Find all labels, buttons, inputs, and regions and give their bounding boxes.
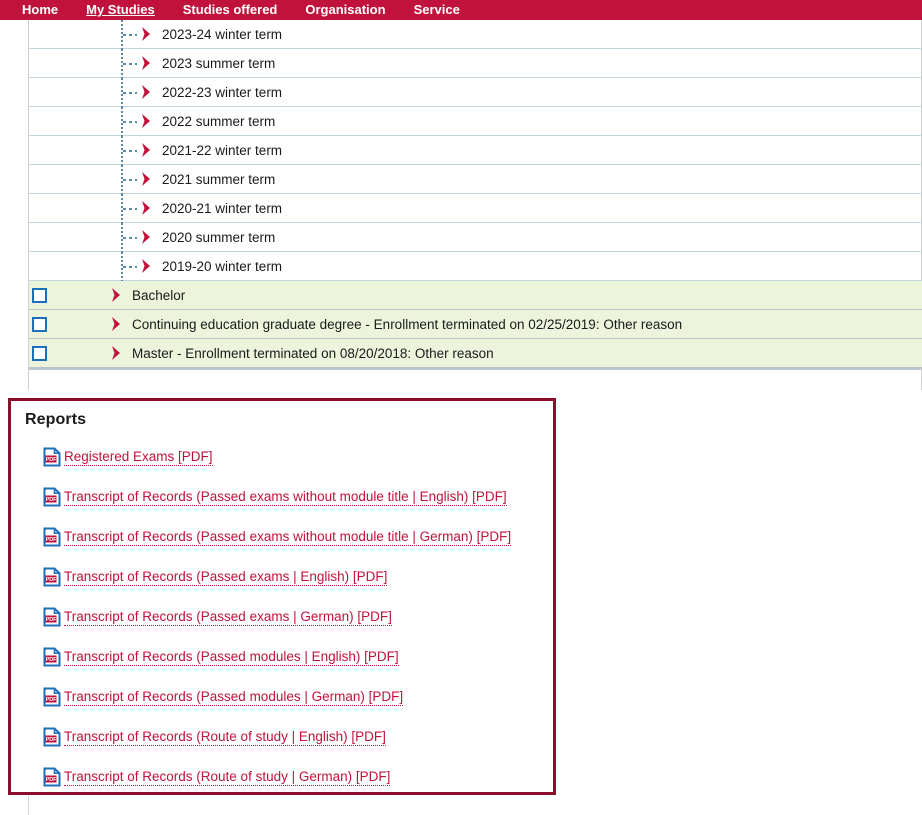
- tree-row-term[interactable]: 2023-24 winter term: [29, 20, 922, 49]
- report-link-label: Transcript of Records (Passed exams with…: [64, 489, 507, 506]
- pdf-icon: PDF: [43, 447, 61, 467]
- nav-item-organisation[interactable]: Organisation: [291, 0, 399, 20]
- tree-connector-branch: [123, 266, 137, 268]
- tree-connector-branch: [123, 150, 137, 152]
- term-label: 2020 summer term: [162, 230, 276, 245]
- pdf-icon: PDF: [43, 687, 61, 707]
- report-link[interactable]: PDF Transcript of Records (Passed modules…: [25, 677, 553, 717]
- report-link[interactable]: PDF Transcript of Records (Passed modules…: [25, 637, 553, 677]
- expand-arrow-icon[interactable]: [141, 172, 151, 186]
- degree-label: Master - Enrollment terminated on 08/20/…: [132, 346, 494, 361]
- term-label: 2022-23 winter term: [162, 85, 283, 100]
- expand-arrow-icon[interactable]: [111, 288, 121, 302]
- expand-arrow-icon[interactable]: [141, 230, 151, 244]
- term-label: 2022 summer term: [162, 114, 276, 129]
- expand-arrow-icon[interactable]: [141, 56, 151, 70]
- report-link[interactable]: PDF Transcript of Records (Route of study…: [25, 757, 553, 797]
- svg-text:PDF: PDF: [46, 697, 57, 703]
- pdf-icon: PDF: [43, 487, 61, 507]
- tree-connector-branch: [123, 34, 137, 36]
- report-link[interactable]: PDF Transcript of Records (Passed exams |…: [25, 557, 553, 597]
- report-link-label: Transcript of Records (Passed exams with…: [64, 529, 512, 546]
- degree-checkbox[interactable]: [32, 317, 47, 332]
- tree-row-term[interactable]: 2021-22 winter term: [29, 136, 922, 165]
- report-link[interactable]: PDF Transcript of Records (Passed exams w…: [25, 477, 553, 517]
- reports-panel: Reports PDF Registered Exams [PDF] PDF Tran…: [8, 398, 556, 795]
- nav-item-home[interactable]: Home: [8, 0, 72, 20]
- report-link[interactable]: PDF Transcript of Records (Route of study…: [25, 717, 553, 757]
- tree-row-term[interactable]: 2023 summer term: [29, 49, 922, 78]
- term-label: 2023 summer term: [162, 56, 276, 71]
- tree-connector-branch: [123, 121, 137, 123]
- degree-checkbox[interactable]: [32, 288, 47, 303]
- expand-arrow-icon[interactable]: [141, 114, 151, 128]
- report-link-label: Transcript of Records (Route of study | …: [64, 729, 386, 746]
- expand-arrow-icon[interactable]: [141, 201, 151, 215]
- degree-label: Bachelor: [132, 288, 186, 303]
- svg-text:PDF: PDF: [46, 617, 57, 623]
- expand-arrow-icon[interactable]: [141, 259, 151, 273]
- svg-text:PDF: PDF: [46, 777, 57, 783]
- term-label: 2021 summer term: [162, 172, 276, 187]
- tree-row-term[interactable]: 2019-20 winter term: [29, 252, 922, 281]
- tree-row-degree[interactable]: Continuing education graduate degree - E…: [29, 310, 922, 339]
- report-link-label: Transcript of Records (Passed exams | En…: [64, 569, 388, 586]
- tree-connector-branch: [123, 179, 137, 181]
- report-link[interactable]: PDF Transcript of Records (Passed exams w…: [25, 517, 553, 557]
- pdf-icon: PDF: [43, 607, 61, 627]
- tree-connector-branch: [123, 208, 137, 210]
- tree-connector-branch: [123, 237, 137, 239]
- report-link-label: Registered Exams [PDF]: [64, 449, 213, 466]
- svg-text:PDF: PDF: [46, 497, 57, 503]
- term-label: 2020-21 winter term: [162, 201, 283, 216]
- degree-checkbox[interactable]: [32, 346, 47, 361]
- study-tree-panel: 2023-24 winter term 2023 summer term 2022-…: [0, 20, 922, 395]
- tree-row-term[interactable]: 2020-21 winter term: [29, 194, 922, 223]
- term-label: 2021-22 winter term: [162, 143, 283, 158]
- tree-connector-branch: [123, 63, 137, 65]
- report-link-label: Transcript of Records (Route of study | …: [64, 769, 391, 786]
- tree-row-term[interactable]: 2022-23 winter term: [29, 78, 922, 107]
- expand-arrow-icon[interactable]: [111, 346, 121, 360]
- tree-row-term[interactable]: 2021 summer term: [29, 165, 922, 194]
- term-label: 2023-24 winter term: [162, 27, 283, 42]
- svg-text:PDF: PDF: [46, 577, 57, 583]
- expand-arrow-icon[interactable]: [111, 317, 121, 331]
- svg-text:PDF: PDF: [46, 537, 57, 543]
- reports-title: Reports: [25, 411, 87, 428]
- pdf-icon: PDF: [43, 527, 61, 547]
- page-bottom-rule: [28, 796, 29, 815]
- report-link-label: Transcript of Records (Passed modules | …: [64, 649, 399, 666]
- tree-row-degree[interactable]: Master - Enrollment terminated on 08/20/…: [29, 339, 922, 368]
- pdf-icon: PDF: [43, 727, 61, 747]
- pdf-icon: PDF: [43, 567, 61, 587]
- report-link-label: Transcript of Records (Passed exams | Ge…: [64, 609, 392, 626]
- tree-row-degree[interactable]: Bachelor: [29, 281, 922, 310]
- expand-arrow-icon[interactable]: [141, 27, 151, 41]
- pdf-icon: PDF: [43, 647, 61, 667]
- tree-row-term[interactable]: 2022 summer term: [29, 107, 922, 136]
- term-label: 2019-20 winter term: [162, 259, 283, 274]
- svg-text:PDF: PDF: [46, 737, 57, 743]
- main-navigation-bar: Home My Studies Studies offered Organisatio…: [0, 0, 922, 20]
- expand-arrow-icon[interactable]: [141, 85, 151, 99]
- tree-row-term[interactable]: 2020 summer term: [29, 223, 922, 252]
- nav-item-service[interactable]: Service: [400, 0, 474, 20]
- svg-text:PDF: PDF: [46, 457, 57, 463]
- report-link[interactable]: PDF Transcript of Records (Passed exams |…: [25, 597, 553, 637]
- report-link-label: Transcript of Records (Passed modules | …: [64, 689, 404, 706]
- report-link[interactable]: PDF Registered Exams [PDF]: [25, 437, 553, 477]
- pdf-icon: PDF: [43, 767, 61, 787]
- expand-arrow-icon[interactable]: [141, 143, 151, 157]
- tree-connector-branch: [123, 92, 137, 94]
- nav-item-my-studies[interactable]: My Studies: [72, 0, 169, 20]
- nav-item-studies-offered[interactable]: Studies offered: [169, 0, 292, 20]
- tree-bottom-rule: [29, 368, 922, 370]
- degree-label: Continuing education graduate degree - E…: [132, 317, 683, 332]
- svg-text:PDF: PDF: [46, 657, 57, 663]
